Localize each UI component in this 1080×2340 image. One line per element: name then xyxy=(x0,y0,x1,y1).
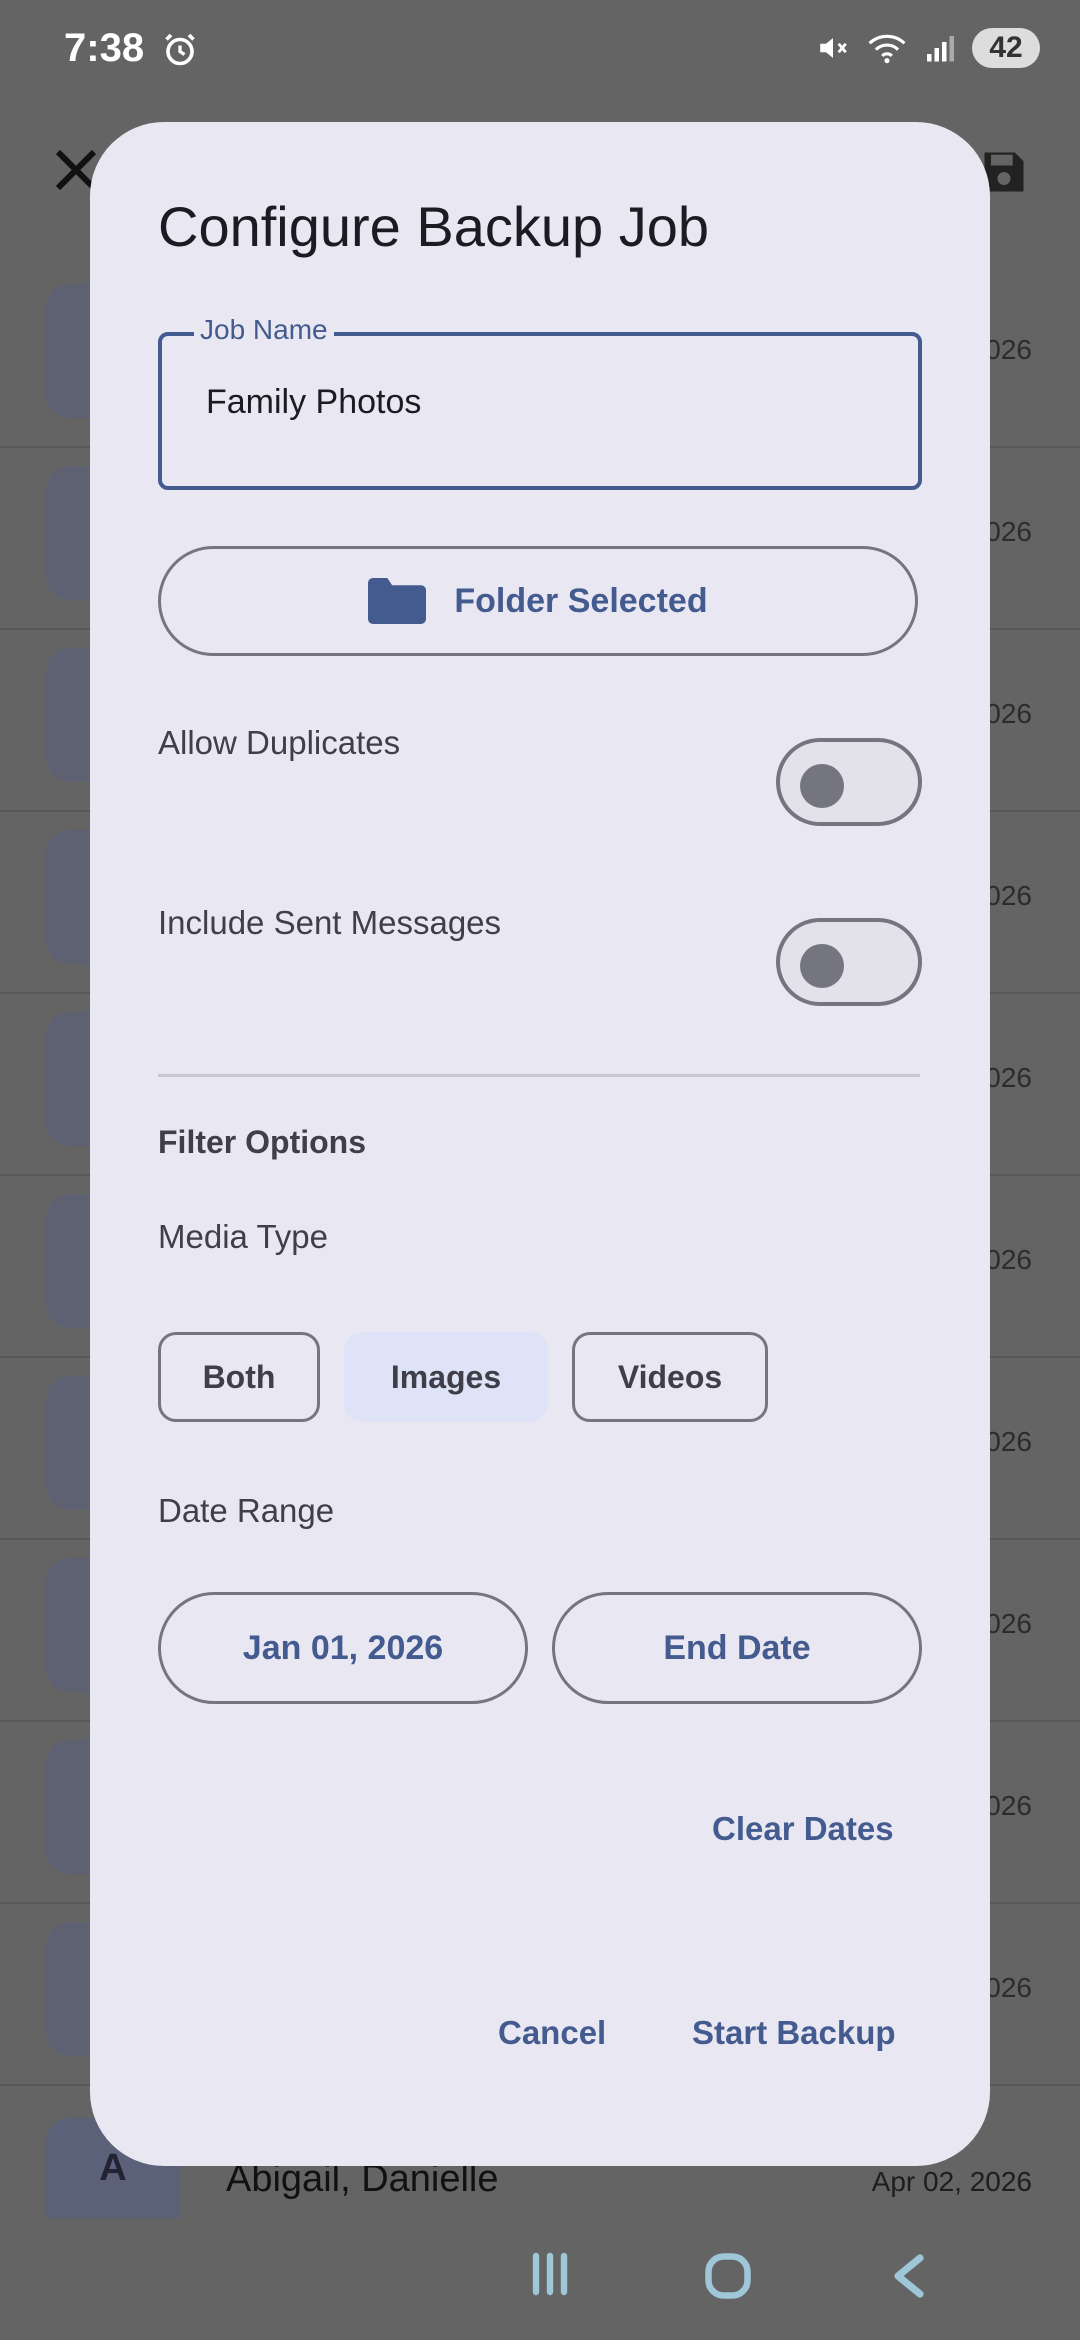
job-name-label: Job Name xyxy=(194,314,334,346)
media-videos-button[interactable]: Videos xyxy=(572,1332,768,1422)
list-item-date: 026 xyxy=(985,880,1032,911)
allow-duplicates-toggle[interactable] xyxy=(776,738,922,826)
wifi-icon xyxy=(868,34,906,64)
include-sent-messages-label: Include Sent Messages xyxy=(158,904,502,941)
folder-button-label: Folder Selected xyxy=(454,581,708,620)
list-item-date: 026 xyxy=(985,1972,1032,2003)
list-item-date: 026 xyxy=(985,1062,1032,1093)
folder-selected-button[interactable]: Folder Selected xyxy=(158,546,918,656)
configure-backup-dialog: Configure Backup Job Job Name Folder Sel… xyxy=(90,122,990,2166)
divider xyxy=(158,1074,920,1077)
toggle-knob xyxy=(800,944,844,988)
end-date-button[interactable]: End Date xyxy=(552,1592,922,1704)
clear-dates-button[interactable]: Clear Dates xyxy=(712,1810,894,1848)
list-item-date: 026 xyxy=(985,1608,1032,1639)
status-bar: 7:38 42 xyxy=(0,0,1080,100)
battery-indicator: 42 xyxy=(972,28,1040,68)
media-images-button[interactable]: Images xyxy=(344,1332,548,1422)
toggle-knob xyxy=(800,764,844,808)
include-sent-messages-toggle[interactable] xyxy=(776,918,922,1006)
media-both-button[interactable]: Both xyxy=(158,1332,320,1422)
alarm-icon xyxy=(165,33,195,66)
folder-icon xyxy=(368,578,427,624)
start-backup-button[interactable]: Start Backup xyxy=(692,2014,896,2052)
allow-duplicates-label: Allow Duplicates xyxy=(158,724,401,761)
home-icon[interactable] xyxy=(702,2250,754,2302)
date-range-label: Date Range xyxy=(158,1492,335,1529)
mute-icon xyxy=(820,38,847,58)
back-icon[interactable] xyxy=(888,2252,928,2300)
signal-icon xyxy=(927,36,954,62)
filter-options-heading: Filter Options xyxy=(158,1124,366,1160)
list-item-date: 026 xyxy=(985,516,1032,547)
start-date-button[interactable]: Jan 01, 2026 xyxy=(158,1592,528,1704)
job-name-input[interactable] xyxy=(204,382,888,423)
job-name-field[interactable]: Job Name xyxy=(158,314,922,490)
conversation-date: Apr 02, 2026 xyxy=(871,2166,1032,2197)
recent-apps-icon[interactable] xyxy=(526,2250,574,2298)
list-item-date: 026 xyxy=(985,698,1032,729)
list-item-date: 026 xyxy=(985,1426,1032,1457)
cancel-button[interactable]: Cancel xyxy=(498,2014,606,2052)
list-item-date: 026 xyxy=(985,334,1032,365)
list-item-date: 026 xyxy=(985,1244,1032,1275)
list-item-date: 026 xyxy=(985,1790,1032,1821)
navigation-bar xyxy=(0,2220,1080,2340)
dialog-title: Configure Backup Job xyxy=(158,195,710,258)
status-time: 7:38 xyxy=(64,26,145,70)
media-type-label: Media Type xyxy=(158,1218,328,1255)
